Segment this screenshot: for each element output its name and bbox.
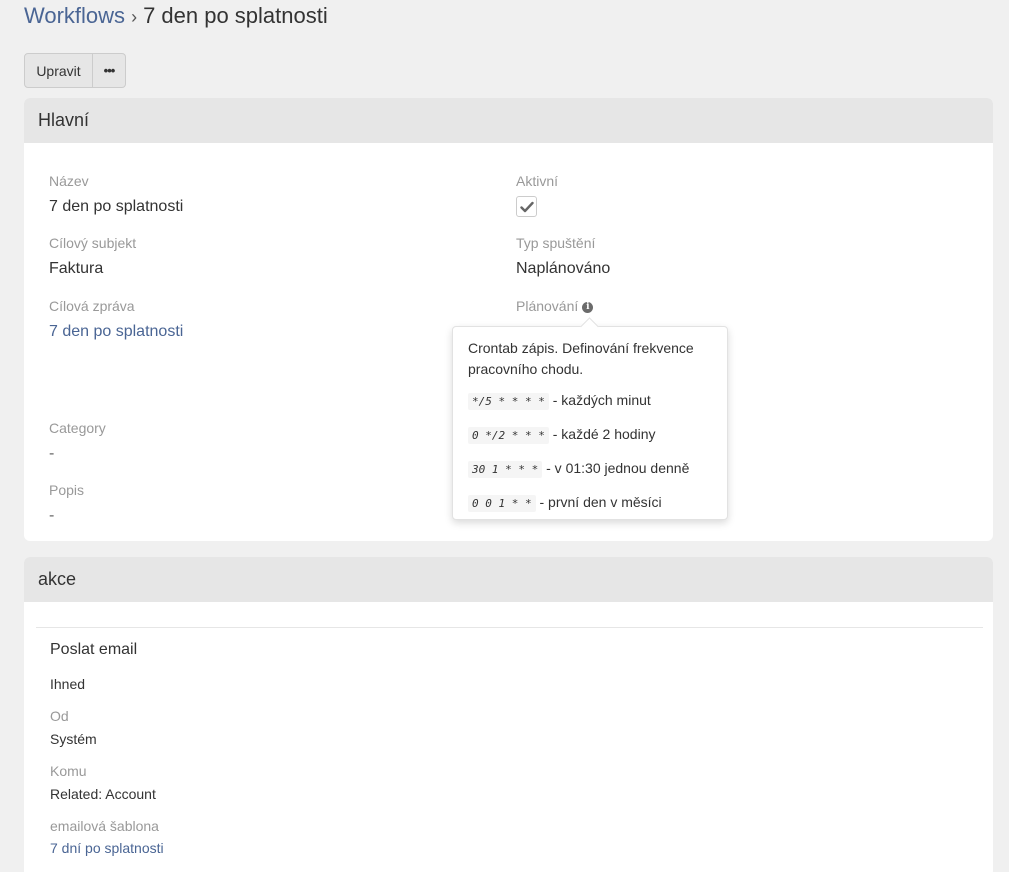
main-panel-title: Hlavní	[24, 98, 993, 143]
trigger-type-field: Typ spuštění Naplánováno	[516, 234, 610, 280]
scheduling-field: Plánování i	[516, 297, 594, 315]
action-from-label: Od	[50, 708, 69, 724]
trigger-type-label: Typ spuštění	[516, 235, 596, 251]
description-value: -	[49, 507, 55, 524]
action-from-value: Systém	[50, 731, 97, 747]
cron-description: - každé 2 hodiny	[552, 426, 656, 442]
active-checkbox	[516, 196, 537, 217]
target-entity-field: Cílový subjekt Faktura	[49, 234, 136, 280]
cron-description: - v 01:30 jednou denně	[546, 460, 690, 476]
name-field: Název 7 den po splatnosti	[49, 172, 183, 218]
divider	[36, 627, 983, 628]
actions-panel-title: akce	[24, 557, 993, 602]
description-field: Popis -	[49, 481, 84, 527]
active-field: Aktivní	[516, 172, 558, 217]
tooltip-example: 30 1 * * * - v 01:30 jednou denně	[468, 458, 712, 480]
active-label: Aktivní	[516, 173, 559, 189]
category-field: Category -	[49, 419, 106, 465]
action-template-label: emailová šablona	[50, 818, 159, 834]
scheduling-tooltip: Crontab zápis. Definování frekvence prac…	[452, 326, 728, 520]
breadcrumb-workflows-link[interactable]: Workflows	[24, 3, 125, 28]
cron-description: - první den v měsíci	[539, 494, 662, 510]
cron-code: */5 * * * *	[468, 393, 549, 410]
target-report-label: Cílová zpráva	[49, 298, 135, 314]
target-report-field: Cílová zpráva 7 den po splatnosti	[49, 297, 183, 343]
cron-code: 0 */2 * * *	[468, 427, 549, 444]
breadcrumb: Workflows › 7 den po splatnosti	[24, 2, 328, 31]
action-timing: Ihned	[50, 676, 86, 692]
info-icon[interactable]: i	[582, 301, 594, 313]
name-value: 7 den po splatnosti	[49, 198, 184, 215]
action-title: Poslat email	[50, 641, 138, 658]
action-to-value: Related: Account	[50, 786, 156, 802]
breadcrumb-separator: ›	[131, 7, 138, 27]
cron-code: 30 1 * * *	[468, 461, 543, 478]
tooltip-intro: Crontab zápis. Definování frekvence prac…	[468, 340, 694, 377]
check-icon	[519, 201, 534, 212]
target-report-link[interactable]: 7 den po splatnosti	[49, 321, 183, 343]
category-value: -	[49, 445, 55, 462]
toolbar: Upravit •••	[24, 53, 126, 88]
name-label: Název	[49, 173, 89, 189]
actions-panel: akce Poslat email Ihned Od Systém Komu R…	[24, 557, 993, 872]
trigger-type-value: Naplánováno	[516, 260, 611, 277]
scheduling-label-row: Plánování i	[516, 297, 594, 315]
scheduling-label: Plánování	[516, 298, 579, 314]
cron-description: - každých minut	[552, 392, 651, 408]
tooltip-example: 0 */2 * * * - každé 2 hodiny	[468, 424, 712, 446]
action-to-label: Komu	[50, 763, 87, 779]
action-template-link[interactable]: 7 dní po splatnosti	[50, 839, 164, 857]
tooltip-examples: */5 * * * * - každých minut 0 */2 * * * …	[468, 390, 712, 514]
description-label: Popis	[49, 482, 85, 498]
tooltip-example: 0 0 1 * * - první den v měsíci	[468, 492, 712, 514]
edit-button[interactable]: Upravit	[24, 53, 93, 88]
tooltip-example: */5 * * * * - každých minut	[468, 390, 712, 412]
category-label: Category	[49, 420, 106, 436]
cron-code: 0 0 1 * *	[468, 495, 536, 512]
page-title: 7 den po splatnosti	[143, 3, 328, 28]
target-entity-value: Faktura	[49, 260, 104, 277]
target-entity-label: Cílový subjekt	[49, 235, 137, 251]
more-actions-button[interactable]: •••	[93, 53, 126, 88]
